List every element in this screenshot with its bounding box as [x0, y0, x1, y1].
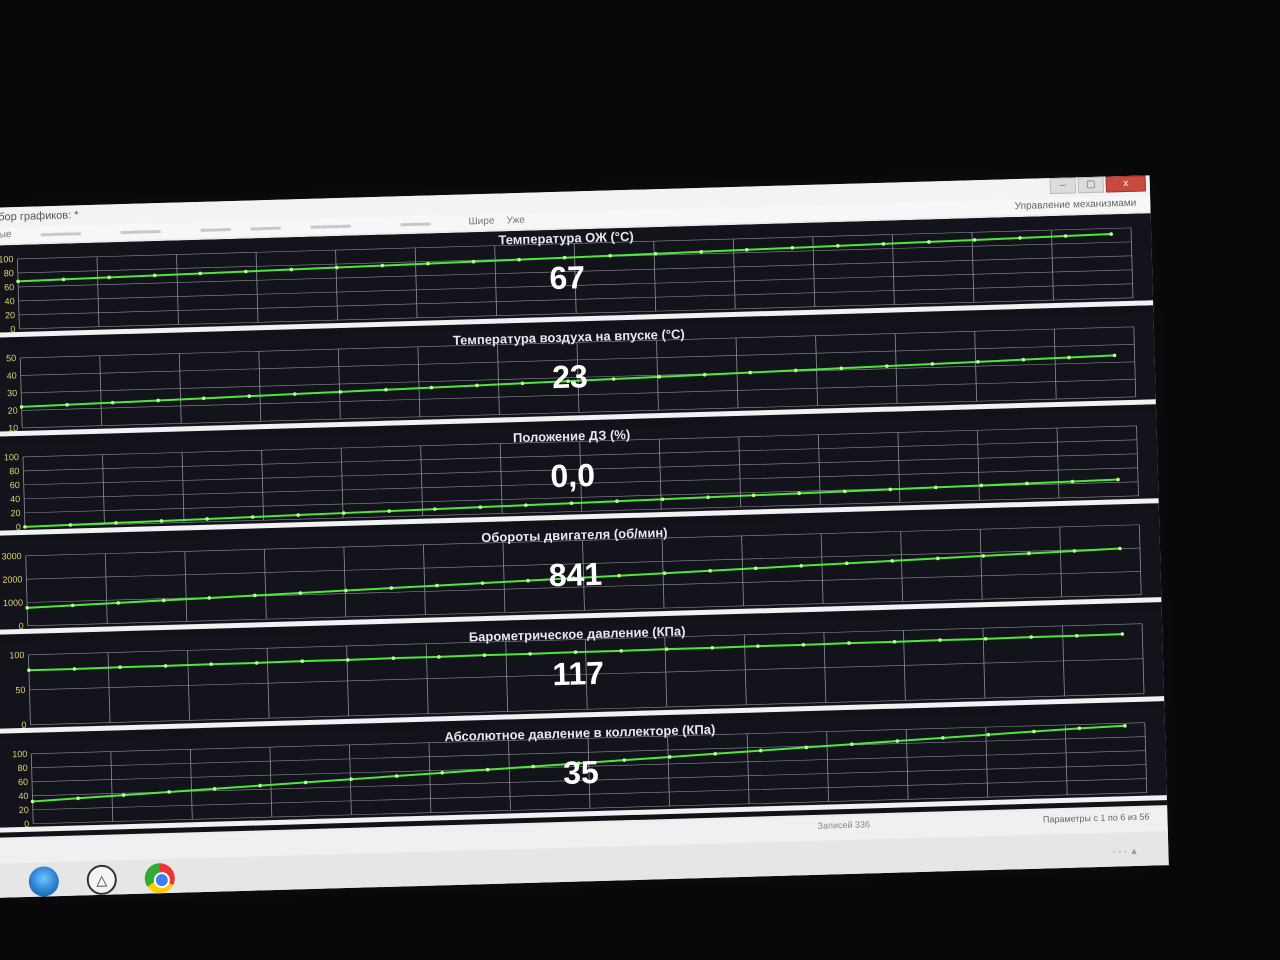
parameters-range: Параметры с 1 по 6 из 56	[1042, 811, 1150, 825]
series-point	[895, 739, 900, 743]
series-point	[1109, 232, 1113, 236]
monitor: бор графиков: * – ▢ x ые ▬▬▬▬ ▬▬▬▬ ▬▬▬ ▬…	[0, 0, 1280, 960]
menu-item-disabled-1: ▬▬▬▬	[40, 227, 81, 240]
series-point	[850, 742, 854, 747]
series-point	[972, 238, 977, 242]
series-point	[881, 242, 886, 246]
menu-item-first[interactable]: ые	[0, 229, 12, 240]
series-point	[1120, 632, 1125, 636]
series-point	[387, 509, 392, 513]
series-point	[608, 253, 612, 258]
menu-item-disabled-2: ▬▬▬▬	[120, 224, 161, 238]
series-point	[892, 640, 897, 644]
series-point	[1063, 234, 1068, 238]
y-tick-label: 0	[19, 621, 24, 631]
window-controls: – ▢ x	[1048, 175, 1146, 196]
system-tray: ◦ ◦ ◦ ▲	[1112, 845, 1139, 857]
y-tick-label: 10	[8, 423, 18, 433]
series-point	[706, 495, 710, 500]
diagnostic-app-icon[interactable]: △	[86, 864, 118, 896]
menu-item-mechanism-control[interactable]: Управление механизмами	[1015, 198, 1137, 212]
menu-item-disabled-6: ▬▬▬	[400, 217, 431, 230]
series-point	[751, 493, 756, 498]
series-point	[847, 641, 851, 645]
close-button[interactable]: x	[1105, 175, 1146, 193]
charts-area: 100 80 60 40 20 0 Температура ОЖ (°C) 67 50 40 30 2…	[0, 213, 1168, 838]
series-point	[573, 650, 578, 654]
y-tick-label: 0	[10, 324, 15, 334]
series-point	[1077, 726, 1082, 731]
series-point	[159, 519, 164, 523]
series-point	[797, 491, 802, 496]
window-title: бор графиков: *	[0, 209, 79, 224]
series-point	[433, 507, 437, 511]
series-point	[68, 523, 73, 527]
series-point	[756, 644, 760, 648]
series-point	[528, 652, 532, 656]
series-point	[1018, 236, 1022, 240]
browser-icon[interactable]	[144, 862, 176, 894]
series-point	[619, 649, 623, 653]
series-point	[927, 240, 931, 244]
series-point	[699, 249, 704, 254]
series-point	[296, 513, 300, 517]
series-point	[801, 643, 806, 647]
series-point	[569, 501, 574, 506]
series-point	[986, 732, 991, 737]
series-point	[341, 511, 346, 515]
series-point	[437, 655, 441, 659]
y-tick-label: 0	[21, 720, 26, 730]
series-point	[482, 653, 487, 657]
series-point	[938, 638, 942, 642]
minimize-button[interactable]: –	[1049, 177, 1077, 195]
records-count: Записей 336	[817, 819, 871, 831]
series-point	[888, 487, 893, 492]
menu-item-disabled-5: ▬▬▬▬	[310, 219, 351, 232]
maximize-button[interactable]: ▢	[1077, 176, 1105, 194]
start-button-icon[interactable]	[28, 866, 60, 897]
series-point	[250, 515, 255, 519]
y-tick-label: 0	[24, 819, 29, 829]
series-point	[1032, 729, 1036, 734]
series-point	[710, 646, 715, 650]
series-point	[391, 656, 396, 660]
y-tick-label: 0	[16, 522, 21, 532]
series-point	[205, 517, 209, 521]
series-point	[934, 485, 938, 490]
series-point	[478, 505, 483, 509]
series-point	[941, 736, 945, 740]
series-point	[615, 499, 619, 504]
menu-item-narrower[interactable]: Уже	[506, 215, 525, 227]
series-point	[23, 525, 27, 529]
application-window: бор графиков: * – ▢ x ые ▬▬▬▬ ▬▬▬▬ ▬▬▬ ▬…	[0, 175, 1169, 898]
series-point	[836, 244, 840, 248]
series-point	[1029, 635, 1034, 639]
series-point	[524, 503, 528, 507]
series-point	[1074, 634, 1079, 638]
menu-item-disabled-4: ▬▬▬	[250, 221, 281, 234]
menu-item-disabled-3: ▬▬▬	[200, 223, 231, 235]
series-point	[790, 246, 795, 250]
series-point	[744, 248, 749, 252]
series-point	[979, 483, 984, 488]
menu-item-wider[interactable]: Шире	[468, 216, 494, 228]
series-point	[983, 637, 988, 641]
